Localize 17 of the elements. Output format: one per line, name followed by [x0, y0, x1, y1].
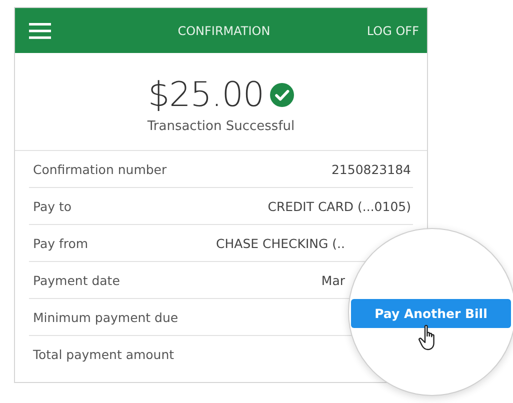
page-title: CONFIRMATION	[176, 24, 272, 38]
detail-label: Minimum payment due	[33, 310, 178, 324]
payment-amount: $25.00	[148, 75, 264, 115]
detail-label: Confirmation number	[33, 162, 167, 176]
detail-label: Pay to	[33, 198, 72, 214]
status-text: Transaction Successful	[147, 119, 295, 134]
pay-another-bill-button[interactable]: Pay Another Bill	[351, 299, 511, 328]
detail-value: 2150823184	[331, 162, 411, 176]
checkmark-icon	[270, 83, 294, 107]
log-off-link[interactable]: LOG OFF	[366, 24, 419, 38]
detail-label: Total payment amount	[33, 346, 174, 362]
detail-value: CHASE CHECKING (..	[216, 236, 346, 250]
detail-label: Payment date	[33, 272, 120, 288]
detail-value: Mar	[321, 272, 346, 288]
detail-label: Pay from	[33, 236, 88, 250]
menu-icon[interactable]	[29, 22, 51, 38]
detail-value: CREDIT CARD (...0105)	[268, 198, 411, 214]
